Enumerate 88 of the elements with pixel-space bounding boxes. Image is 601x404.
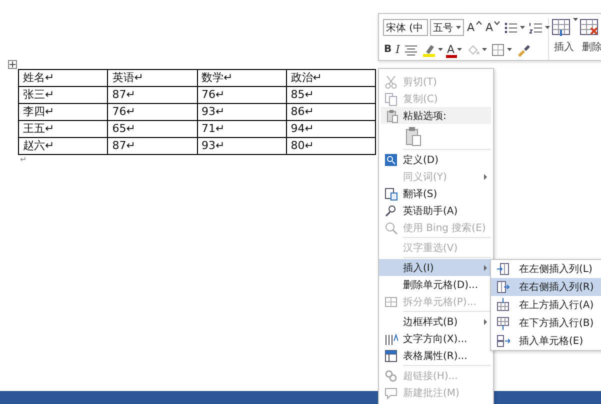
translate-icon [384,186,398,200]
table-cell: 93↵ [197,138,286,154]
dropdown-arrow-icon [456,26,461,29]
scissors-icon [384,74,398,88]
table-cell: 80↵ [286,138,376,154]
font-size: 五号 [433,22,453,34]
keep-text-only-button[interactable] [403,126,423,146]
table-cell: 65↵ [108,120,197,138]
table-cell: 71↵ [197,120,286,138]
menu-label: 粘贴选项: [403,110,446,122]
caret-icon [476,20,482,24]
insert-column-right-icon [496,280,510,294]
insert-cells-icon [496,334,510,348]
caret-icon [494,20,500,24]
menu-item[interactable]: 文字方向(X)... [379,330,493,347]
table-cell: 李四↵ [18,104,108,120]
insert-column-left-icon [496,262,510,276]
shrink-font-button[interactable]: A [484,18,502,36]
align-center-icon [404,42,418,56]
font-size-dropdown[interactable]: 五号 [430,19,464,36]
table-cell: 张三↵ [18,86,108,104]
submenu-item[interactable]: 在上方插入行(A) [491,296,601,314]
dropdown-arrow-icon [572,18,578,21]
table-cell: 85↵ [286,86,376,104]
bulleted-list-icon [504,20,518,34]
submenu-item[interactable]: 在左侧插入列(L) [491,260,601,278]
numbered-list-icon [529,20,544,34]
insert-table-button[interactable]: 插入 [551,18,577,60]
menu-item[interactable]: 表格属性(R)... [379,347,493,364]
table-header-cell: 政治↵ [286,70,376,86]
magnifier-icon [384,204,398,218]
menu-item[interactable]: 英语助手(A) [379,202,493,219]
split-cells-icon [384,294,398,308]
borders-icon [490,42,505,56]
highlighter-icon [422,42,436,56]
font-name-dropdown[interactable]: 宋体 (中 [383,19,428,36]
dropdown-arrow-icon [545,26,550,29]
table-delete-icon [578,18,598,37]
paragraph-mark: ↵ [20,155,28,164]
menu-item[interactable]: 翻译(S) [379,185,493,202]
font-name: 宋体 (中 [386,22,424,34]
menu-item[interactable]: 边框样式(B) [379,313,493,330]
text-direction-icon [384,332,398,346]
font-color-button[interactable]: A [446,40,463,58]
search-icon [384,220,398,234]
grow-font-button[interactable]: A [466,18,483,36]
italic-button[interactable]: I [394,40,401,58]
menu-item[interactable]: 定义(D) [379,151,493,168]
color-bar-icon [446,54,457,58]
table-insert-icon [550,18,570,37]
dictionary-icon [384,152,398,166]
table-cell: 86↵ [286,104,376,120]
clipboard-icon [385,108,399,122]
table-header-cell: 数学↵ [197,70,286,86]
menu-item[interactable]: 删除单元格(D)... [379,276,493,293]
insert-row-below-icon [496,316,510,330]
brush-icon [516,42,530,56]
table-cell: 87↵ [108,138,197,154]
submenu-arrow-icon [484,318,487,324]
submenu-item[interactable]: 插入单元格(E) [491,332,601,350]
submenu-item[interactable]: 在下方插入行(B) [491,314,601,332]
clipboard-icon [405,126,421,146]
submenu-arrow-icon [484,264,487,270]
dropdown-arrow-icon [482,48,487,51]
table-cell: 87↵ [108,86,197,104]
link-icon [384,368,398,382]
table-cell: 王五↵ [18,120,108,138]
move-handle-icon [8,60,17,69]
dropdown-arrow-icon [520,26,526,29]
dropdown-arrow-icon [456,48,462,51]
table-cell: 93↵ [197,104,286,120]
comment-icon [384,386,398,400]
table-header-cell: 姓名↵ [18,70,108,86]
table-cell: 94↵ [286,120,376,138]
table-cell: 76↵ [108,104,197,120]
insert-row-above-icon [496,298,510,312]
dropdown-arrow-icon [506,48,512,51]
table-cell: 赵六↵ [18,138,108,154]
paint-bucket-icon [466,42,480,56]
submenu-arrow-icon [484,174,487,180]
dropdown-arrow-icon [438,48,443,51]
menu-item[interactable]: 插入(I) [379,259,493,276]
table-properties-icon [384,348,398,362]
table-header-cell: 英语↵ [108,70,197,86]
copy-icon [384,92,398,106]
table-cell: 76↵ [197,86,286,104]
bold-button[interactable]: B [383,40,393,58]
submenu-item[interactable]: 在右侧插入列(R) [491,278,601,296]
